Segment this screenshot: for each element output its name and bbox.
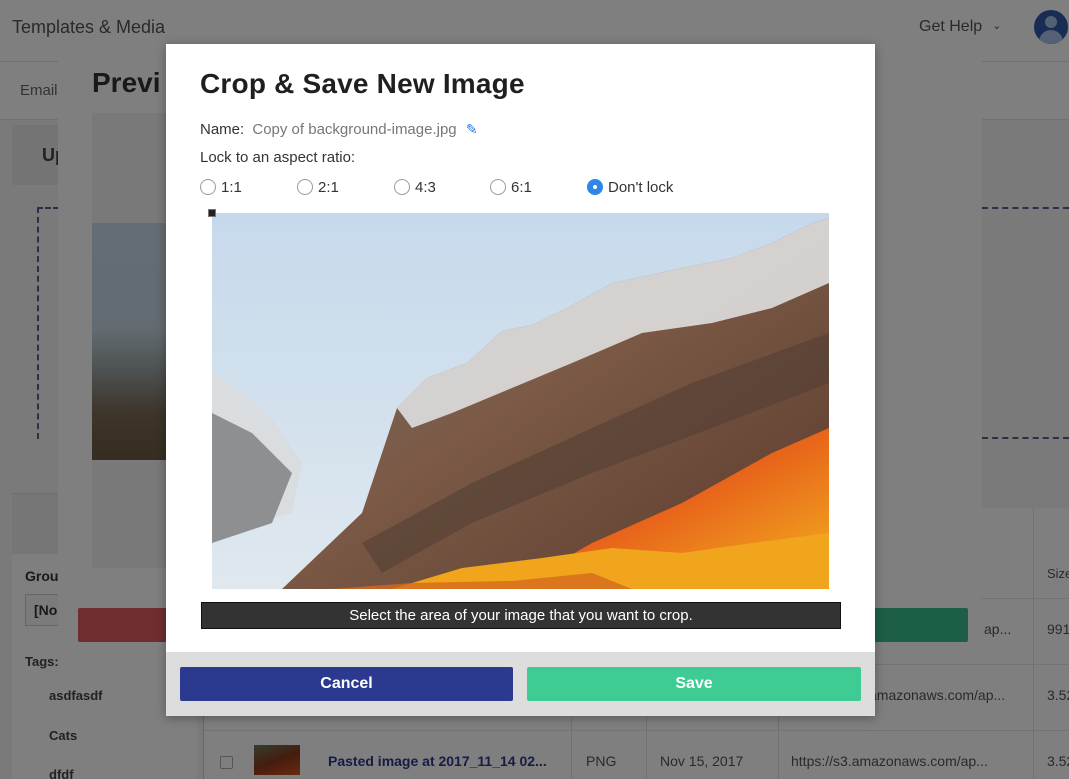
crop-save-modal: Crop & Save New Image Name: Copy of back… [166,44,875,716]
modal-title: Crop & Save New Image [200,68,525,99]
pencil-icon[interactable]: ✎ [466,121,478,138]
ratio-option-dont-lock[interactable]: Don't lock [587,177,673,197]
file-name: Copy of background-image.jpg [252,121,457,138]
ratio-label: 6:1 [511,178,532,196]
ratio-option-1-1[interactable]: 1:1 [200,177,242,197]
ratio-label: 1:1 [221,178,242,196]
ratio-label: 2:1 [318,178,339,196]
mountain-image [212,213,829,589]
modal-footer: Cancel Save [166,652,875,716]
radio-button[interactable] [297,179,313,195]
radio-button-selected[interactable] [587,179,603,195]
ratio-option-6-1[interactable]: 6:1 [490,177,532,197]
ratio-label: Don't lock [608,178,674,196]
ratio-option-2-1[interactable]: 2:1 [297,177,339,197]
radio-button[interactable] [394,179,410,195]
radio-button[interactable] [200,179,216,195]
file-name-row: Name: Copy of background-image.jpg ✎ [200,121,478,138]
ratio-option-4-3[interactable]: 4:3 [394,177,436,197]
ratio-label: 4:3 [415,178,436,196]
save-button[interactable]: Save [527,667,861,701]
crop-resize-handle[interactable] [208,209,216,217]
crop-instruction: Select the area of your image that you w… [201,602,841,629]
crop-image-canvas[interactable] [212,213,829,589]
radio-button[interactable] [490,179,506,195]
cancel-button[interactable]: Cancel [180,667,513,701]
aspect-ratio-label: Lock to an aspect ratio: [200,149,356,166]
name-label: Name: [200,121,245,138]
